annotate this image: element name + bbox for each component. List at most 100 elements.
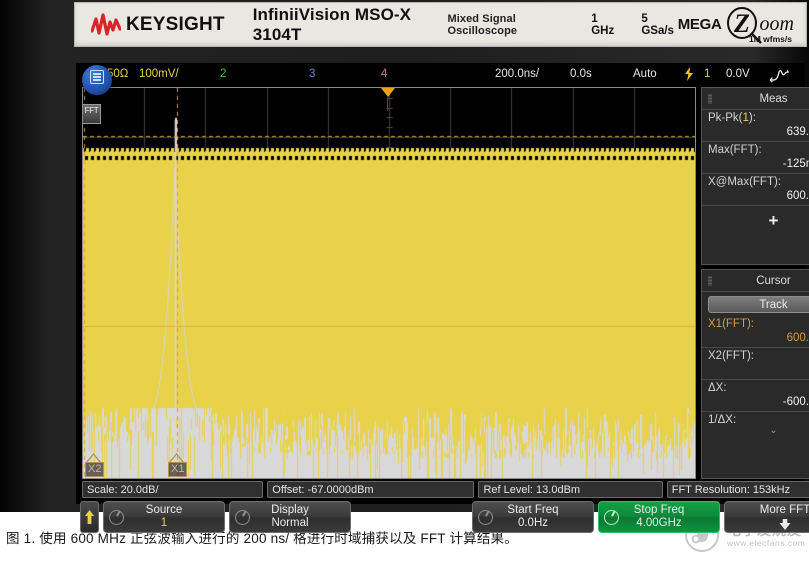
panel-grip-left-icon [708,276,712,286]
waveform-canvas [83,88,695,478]
cursor-value: 600.0MHz [708,331,809,345]
softkey-stop-freq[interactable]: Stop Freq 4.00GHz [598,501,720,533]
softkey-value: 4.00GHz [636,517,681,530]
measurement-panel-header: Meas [702,88,809,110]
channel1-ground-marker-icon[interactable] [83,348,99,374]
megazoom-rate-text: 1M wfms/s [749,34,792,44]
fft-offset-cell[interactable]: Offset: -67.0000dBm [267,481,474,498]
softkey-label: Source [146,504,182,517]
add-measurement-button[interactable]: + [702,206,809,236]
cursor-x2-text: X2 [85,462,104,477]
cursor-track-label: Track [759,299,787,311]
trigger-level[interactable]: 0.0V [726,68,750,80]
measurement-label: X@Max(FFT): [708,175,809,189]
measurement-label: Max(FFT): [708,143,809,157]
fft-resolution-cell[interactable]: FFT Resolution: 153kHz [667,481,809,498]
softkey-more-fft[interactable]: More FFT [724,501,809,533]
svg-text:Z: Z [733,9,750,38]
bandwidth-spec: 1 GHz [591,13,619,37]
softkey-label: Stop Freq [634,504,685,517]
cursor-x1-text: X1 [168,462,187,477]
waveform-graticule[interactable]: FFT X2 X1 [82,87,696,479]
knob-icon [478,510,493,525]
screenshot-root: KEYSIGHT InfiniiVision MSO-X 3104T Mixed… [0,0,809,561]
softkey-page-up-button[interactable] [80,501,99,533]
fft-badge-label: FFT [85,106,99,115]
softkey-label: More FFT [760,504,809,517]
measurement-panel: Meas Pk-Pk(1): 639.20mV Max(FFT): -125md… [701,87,809,265]
measurement-row[interactable]: X@Max(FFT): 600.0MHz [702,174,809,206]
measurement-label-prefix: Pk-Pk( [708,112,743,124]
cursor-label: ΔX: [708,381,809,395]
softkey-display[interactable]: Display Normal [229,501,351,533]
softkey-empty-slot [355,501,468,533]
softkey-source[interactable]: Source 1 [103,501,225,533]
trigger-source[interactable]: 1 [704,68,710,80]
megazoom-logo: MEGA Z oom 1M wfms/s [678,5,794,45]
cursor-label: X2(FFT): [708,349,809,363]
cursor-row[interactable]: 1/ΔX: ⌄ [702,412,809,438]
softkey-value: Normal [271,517,308,530]
cursor-x1-label[interactable]: X1 [168,458,187,477]
cursor-panel: Cursor Track X1(FFT): 600.0MHz X2(FFT): … [701,269,809,479]
measurement-value: 639.20mV [708,125,809,139]
chevron-down-icon[interactable]: ⌄ [708,427,809,436]
softkey-value: 0.0Hz [518,517,548,530]
trigger-position-line [387,97,388,111]
cursor-value: -600.0MHz [708,395,809,409]
channel-4-indicator[interactable]: 4 [381,68,387,80]
oscilloscope-screen: 50Ω 100mV/ 2 3 4 200.0ns/ 0.0s Auto 1 0.… [76,63,805,504]
fft-info-bar: Scale: 20.0dB/ Offset: -67.0000dBm Ref L… [82,481,809,498]
measurement-value: 600.0MHz [708,189,809,203]
cursor-x2-label[interactable]: X2 [85,458,104,477]
measurement-row[interactable]: Pk-Pk(1): 639.20mV [702,110,809,142]
panel-grip-left-icon [708,94,712,104]
instrument-subtitle: Mixed Signal Oscilloscope [447,13,569,37]
fft-scale-cell[interactable]: Scale: 20.0dB/ [82,481,263,498]
measurement-row[interactable]: Max(FFT): -125mdBm [702,142,809,174]
knob-icon [109,510,124,525]
cursor-row[interactable]: X1(FFT): 600.0MHz [702,316,809,348]
sample-rate-spec: 5 GSa/s [641,13,677,37]
channel-3-indicator[interactable]: 3 [309,68,315,80]
trigger-slope-icon[interactable] [768,67,790,83]
softkey-value: 1 [161,517,167,530]
vertical-scale[interactable]: 100mV/ [139,68,179,80]
keysight-logo: KEYSIGHT [91,13,225,37]
trigger-position-marker-icon[interactable] [381,88,395,97]
megazoom-mega-text: MEGA [678,16,722,33]
cursor-label: 1/ΔX: [708,413,809,427]
cursor-panel-title: Cursor [756,275,791,287]
softkey-label: Start Freq [507,504,558,517]
measurement-label: Pk-Pk(1): [708,111,809,125]
softkey-label: Display [271,504,309,517]
knob-icon [604,510,619,525]
keysight-wordmark: KEYSIGHT [126,14,225,36]
fft-ref-level-cell[interactable]: Ref Level: 13.0dBm [478,481,662,498]
instrument-model: InfiniiVision MSO-X 3104T [253,5,436,45]
trigger-bolt-icon [683,67,695,81]
fft-trace-badge[interactable]: FFT [82,104,101,124]
measurement-value: -125mdBm [708,157,809,171]
cursor-value: 0Hz [708,363,809,377]
channel-2-indicator[interactable]: 2 [220,68,226,80]
measurement-panel-title: Meas [759,93,787,105]
softkey-row: Source 1 Display Normal Start Freq 0.0Hz… [80,500,809,534]
channel-menu-icon [90,70,104,84]
timebase-scale[interactable]: 200.0ns/ [495,68,539,80]
softkey-start-freq[interactable]: Start Freq 0.0Hz [472,501,594,533]
status-bar: 50Ω 100mV/ 2 3 4 200.0ns/ 0.0s Auto 1 0.… [76,63,805,87]
arrow-down-icon [778,518,792,531]
cursor-panel-header: Cursor [702,270,809,292]
cursor-row[interactable]: X2(FFT): 0Hz [702,348,809,380]
cursor-row[interactable]: ΔX: -600.0MHz [702,380,809,412]
cursor-label: X1(FFT): [708,317,809,331]
cursor-track-button[interactable]: Track [708,296,809,313]
keysight-wave-icon [91,13,121,37]
arrow-up-icon [84,509,95,525]
trigger-mode[interactable]: Auto [633,68,657,80]
channel-menu-button[interactable] [82,65,112,95]
measurement-label-suffix: ): [749,112,756,124]
knob-icon [235,510,250,525]
timebase-delay[interactable]: 0.0s [570,68,592,80]
